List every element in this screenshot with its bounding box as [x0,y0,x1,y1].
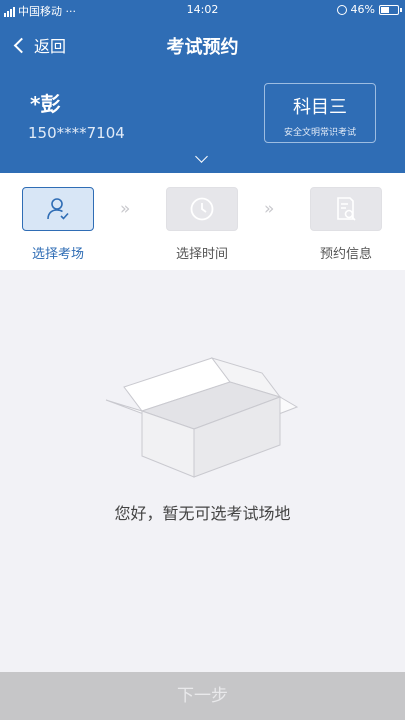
step-select-venue[interactable]: 选择考场 [8,187,108,262]
step-icon-box [166,187,238,231]
user-check-icon [47,198,69,220]
step-label: 选择时间 [175,247,228,262]
chevron-down-icon[interactable] [195,150,208,163]
step-arrow-icon: » [120,199,131,219]
step-booking-info[interactable]: 预约信息 [296,187,396,262]
document-search-icon [337,197,356,221]
status-bar: 中国移动 ··· 14:02 46% [0,0,405,20]
nav-bar: 返回 考试预约 [0,20,405,70]
subject-subtitle: 安全文明常识考试 [283,128,356,138]
step-label: 预约信息 [319,247,372,262]
step-icon-box [22,187,94,231]
empty-box-icon [102,355,302,484]
empty-state-message: 您好，暂无可选考试场地 [114,504,291,523]
step-indicator: 选择考场 » 选择时间 » 预约信息 [0,173,405,270]
clock-icon [190,197,214,221]
battery-icon [379,4,402,15]
user-name: *彭 [30,92,61,116]
battery-percent: 46% [350,3,375,16]
step-select-time[interactable]: 选择时间 [152,187,252,262]
alarm-icon [336,4,347,15]
status-right: 46% [336,3,402,16]
subject-title: 科目三 [293,97,347,118]
user-phone: 150****7104 [28,124,125,142]
step-label: 选择考场 [31,247,84,262]
step-arrow-icon: » [264,199,275,219]
user-info-header: *彭 150****7104 科目三 安全文明常识考试 [0,70,405,173]
subject-badge: 科目三 安全文明常识考试 [264,83,376,143]
next-step-button[interactable]: 下一步 [0,672,405,720]
page-title: 考试预约 [166,37,239,58]
step-icon-box [310,187,382,231]
